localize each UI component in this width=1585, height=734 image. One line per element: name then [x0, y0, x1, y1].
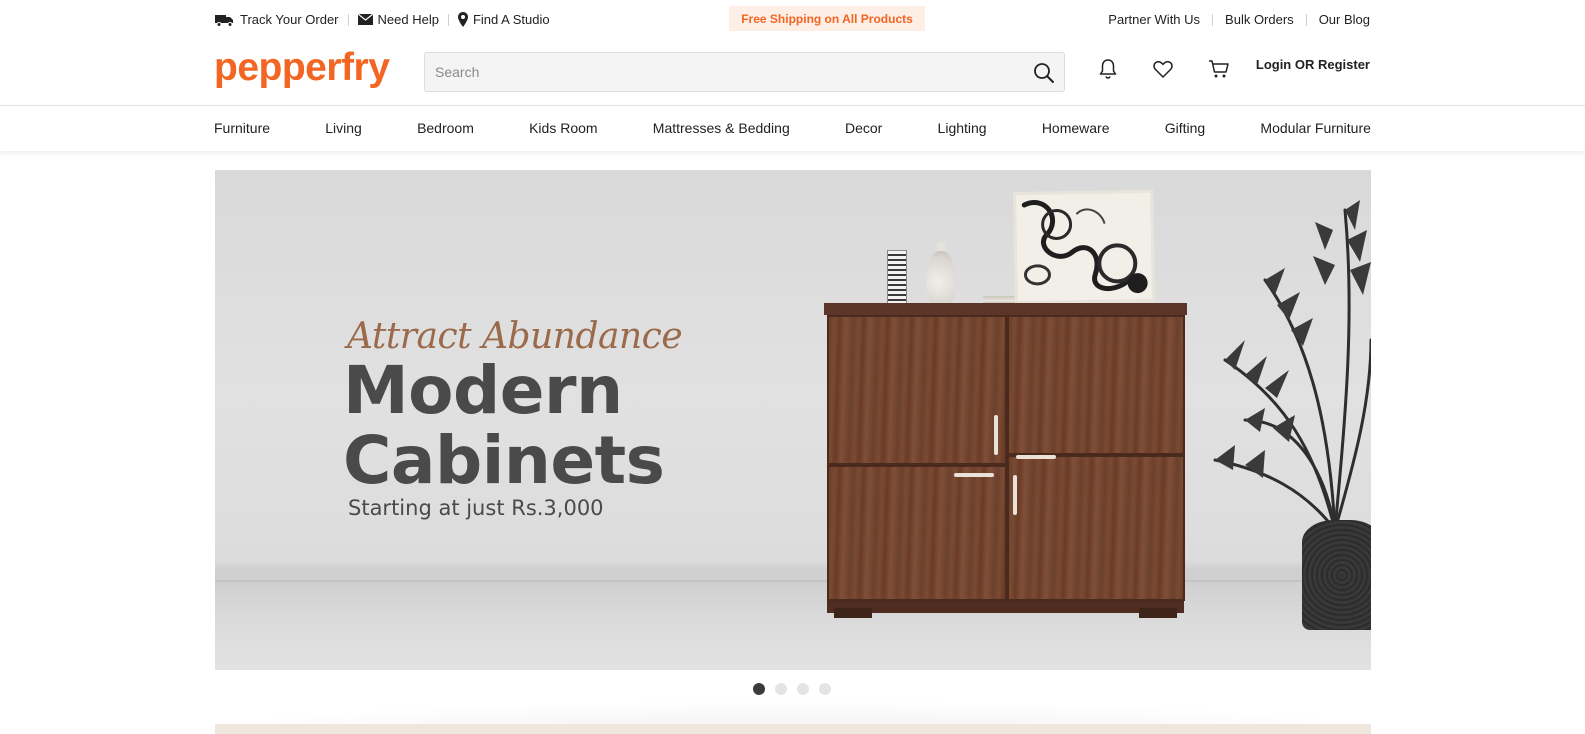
heart-icon[interactable] [1151, 57, 1175, 81]
category-nav: Furniture Living Bedroom Kids Room Mattr… [0, 107, 1585, 151]
floor [215, 582, 1371, 670]
divider [347, 13, 349, 26]
need-help-label: Need Help [377, 12, 439, 27]
map-pin-icon [457, 12, 468, 27]
divider [1212, 13, 1214, 26]
white-vase-image [926, 251, 956, 307]
need-help-link[interactable]: Need Help [357, 12, 439, 27]
cabinet-handle [1013, 475, 1017, 515]
carousel-dot-1[interactable] [753, 683, 765, 695]
pepperfry-logo[interactable]: pepperfry [214, 46, 390, 90]
nav-item-gifting[interactable]: Gifting [1165, 120, 1205, 136]
nav-item-lighting[interactable]: Lighting [938, 120, 987, 136]
cabinet-foot [1139, 608, 1177, 618]
utility-links-right: Partner With Us Bulk Orders Our Blog [1108, 12, 1370, 27]
free-shipping-promo[interactable]: Free Shipping on All Products [729, 6, 925, 31]
nav-item-living[interactable]: Living [325, 120, 362, 136]
cabinet-handle [1016, 455, 1056, 459]
utility-bar: Track Your Order Need Help Find A Studio… [0, 0, 1585, 40]
hero-subtitle: Starting at just Rs.3,000 [348, 496, 604, 520]
our-blog-link[interactable]: Our Blog [1319, 12, 1370, 27]
divider [447, 13, 449, 26]
nav-item-homeware[interactable]: Homeware [1042, 120, 1110, 136]
cabinet-handle [994, 415, 998, 455]
cabinet-foot [834, 608, 872, 618]
nav-item-bedroom[interactable]: Bedroom [417, 120, 474, 136]
cabinet-door [827, 465, 1007, 601]
cabinet-image [824, 303, 1187, 618]
category-list: Furniture Living Bedroom Kids Room Mattr… [214, 120, 1371, 136]
carousel-dot-4[interactable] [819, 683, 831, 695]
cabinet-door [1007, 315, 1185, 455]
next-banner-peek[interactable] [215, 724, 1371, 734]
mail-icon [357, 14, 373, 25]
site-header: pepperfry Login OR Register [0, 40, 1585, 106]
bell-icon[interactable] [1096, 57, 1120, 81]
hero-title: Modern Cabinets [343, 352, 665, 499]
cabinet-door [1007, 455, 1185, 601]
nav-item-decor[interactable]: Decor [845, 120, 882, 136]
hero-kicker: Attract Abundance [347, 316, 683, 357]
cabinet-handle [954, 473, 994, 477]
track-order-link[interactable]: Track Your Order [215, 12, 339, 27]
find-studio-label: Find A Studio [472, 12, 550, 27]
search-icon[interactable] [1032, 61, 1056, 85]
hero-banner[interactable]: Attract Abundance Modern Cabinets Starti… [215, 170, 1371, 670]
truck-icon [215, 14, 233, 27]
nav-item-kids-room[interactable]: Kids Room [529, 120, 597, 136]
utility-links-left: Track Your Order Need Help Find A Studio [215, 12, 550, 27]
track-order-label: Track Your Order [240, 12, 339, 27]
carousel-dot-2[interactable] [775, 683, 787, 695]
abstract-art-frame-image [1013, 189, 1155, 305]
carousel-dot-3[interactable] [797, 683, 809, 695]
bulk-orders-link[interactable]: Bulk Orders [1225, 12, 1294, 27]
search-input[interactable] [425, 53, 1015, 91]
hero-title-line-2: Cabinets [343, 422, 665, 499]
nav-item-mattresses-bedding[interactable]: Mattresses & Bedding [653, 120, 790, 136]
hero-title-line-1: Modern [343, 352, 623, 429]
cabinet-base [827, 601, 1184, 613]
find-studio-link[interactable]: Find A Studio [457, 12, 550, 27]
nav-item-furniture[interactable]: Furniture [214, 120, 270, 136]
cabinet-door [827, 315, 1007, 465]
carousel-dots [753, 683, 831, 695]
divider [1305, 13, 1307, 26]
nav-item-modular-furniture[interactable]: Modular Furniture [1260, 120, 1371, 136]
cart-icon[interactable] [1207, 57, 1231, 81]
search-bar [424, 52, 1065, 92]
partner-with-us-link[interactable]: Partner With Us [1108, 12, 1200, 27]
cabinet-top [824, 303, 1187, 315]
login-register-link[interactable]: Login OR Register [1256, 57, 1370, 72]
plant-pot-image [1302, 520, 1371, 630]
striped-vase-image [887, 250, 907, 308]
